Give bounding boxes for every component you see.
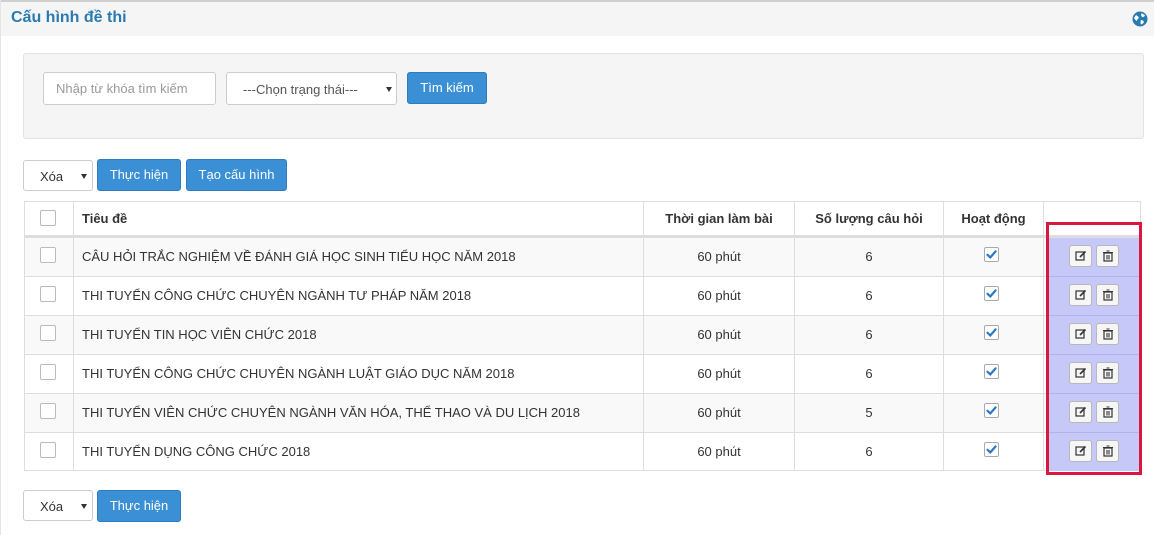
row-checkbox[interactable] bbox=[40, 325, 56, 341]
row-title: THI TUYỂN CÔNG CHỨC CHUYÊN NGÀNH TƯ PHÁP… bbox=[82, 288, 472, 303]
bulk-action-value: Xóa bbox=[40, 499, 64, 514]
row-check-cell bbox=[25, 238, 73, 276]
row-checkbox[interactable] bbox=[40, 364, 56, 380]
row-count: 6 bbox=[865, 327, 873, 342]
row-check-cell bbox=[25, 316, 73, 354]
panel-header: Cấu hình đề thi bbox=[1, 2, 1154, 36]
row-active-cell bbox=[944, 238, 1043, 276]
keyword-search-input[interactable] bbox=[43, 72, 216, 105]
row-checkbox[interactable] bbox=[40, 286, 56, 302]
col-time: Thời gian làm bài bbox=[665, 211, 773, 226]
active-checkbox[interactable] bbox=[984, 325, 999, 340]
create-config-button[interactable]: Tạo cấu hình bbox=[186, 159, 287, 191]
row-active-cell bbox=[944, 394, 1043, 432]
row-title: THI TUYỂN DỤNG CÔNG CHỨC 2018 bbox=[82, 444, 311, 459]
table-row: THI TUYỂN TIN HỌC VIÊN CHỨC 2018 60 phút 6 bbox=[25, 315, 1140, 354]
column-divider bbox=[643, 202, 644, 470]
header-check-cell bbox=[25, 202, 73, 235]
row-active-cell bbox=[944, 316, 1043, 354]
chevron-down-icon bbox=[386, 87, 392, 92]
table-header: Tiêu đề Thời gian làm bài Số lượng câu h… bbox=[25, 202, 1140, 237]
column-divider bbox=[73, 202, 74, 470]
table-row: THI TUYỂN CÔNG CHỨC CHUYÊN NGÀNH LUẬT GI… bbox=[25, 354, 1140, 393]
bulk-action-select-bottom[interactable]: Xóa bbox=[23, 490, 93, 521]
row-count: 6 bbox=[865, 366, 873, 381]
bulk-action-select-top[interactable]: Xóa bbox=[23, 160, 93, 191]
active-checkbox[interactable] bbox=[984, 364, 999, 379]
row-time: 60 phút bbox=[697, 327, 741, 342]
table-row: THI TUYỂN DỤNG CÔNG CHỨC 2018 60 phút 6 bbox=[25, 432, 1140, 471]
execute-button-top[interactable]: Thực hiện bbox=[97, 159, 181, 191]
row-checkbox[interactable] bbox=[40, 247, 56, 263]
column-divider bbox=[794, 202, 795, 470]
row-check-cell bbox=[25, 355, 73, 393]
status-select[interactable]: ---Chọn trạng thái--- bbox=[226, 72, 397, 105]
select-all-checkbox[interactable] bbox=[40, 210, 56, 226]
row-time: 60 phút bbox=[697, 405, 741, 420]
column-divider bbox=[1043, 202, 1044, 470]
col-title: Tiêu đề bbox=[82, 211, 128, 226]
active-checkbox[interactable] bbox=[984, 286, 999, 301]
row-count: 6 bbox=[865, 444, 873, 459]
execute-button-bottom[interactable]: Thực hiện bbox=[97, 490, 181, 522]
search-panel: ---Chọn trạng thái--- Tìm kiếm bbox=[23, 53, 1144, 139]
annotation-box bbox=[1046, 222, 1142, 475]
page-title: Cấu hình đề thi bbox=[11, 9, 127, 26]
row-checkbox[interactable] bbox=[40, 442, 56, 458]
table-row: THI TUYỂN CÔNG CHỨC CHUYÊN NGÀNH TƯ PHÁP… bbox=[25, 276, 1140, 315]
row-title: THI TUYỂN TIN HỌC VIÊN CHỨC 2018 bbox=[82, 327, 317, 342]
row-count: 6 bbox=[865, 249, 873, 264]
table-row: THI TUYỂN VIÊN CHỨC CHUYÊN NGÀNH VĂN HÓA… bbox=[25, 393, 1140, 432]
row-time: 60 phút bbox=[697, 288, 741, 303]
globe-icon[interactable] bbox=[1132, 11, 1148, 27]
row-title: CÂU HỎI TRẮC NGHIỆM VỀ ĐÁNH GIÁ HỌC SINH… bbox=[82, 249, 516, 264]
row-check-cell bbox=[25, 394, 73, 432]
row-active-cell bbox=[944, 355, 1043, 393]
search-button[interactable]: Tìm kiếm bbox=[407, 72, 487, 104]
row-count: 6 bbox=[865, 288, 873, 303]
chevron-down-icon bbox=[81, 174, 87, 179]
chevron-down-icon bbox=[81, 504, 87, 509]
col-active: Hoạt động bbox=[961, 211, 1026, 226]
active-checkbox[interactable] bbox=[984, 442, 999, 457]
row-title: THI TUYỂN CÔNG CHỨC CHUYÊN NGÀNH LUẬT GI… bbox=[82, 366, 515, 381]
row-count: 5 bbox=[865, 405, 873, 420]
bulk-action-value: Xóa bbox=[40, 169, 64, 184]
table-row: CÂU HỎI TRẮC NGHIỆM VỀ ĐÁNH GIÁ HỌC SINH… bbox=[25, 237, 1140, 276]
active-checkbox[interactable] bbox=[984, 403, 999, 418]
active-checkbox[interactable] bbox=[984, 247, 999, 262]
status-select-value: ---Chọn trạng thái--- bbox=[243, 82, 358, 97]
row-title: THI TUYỂN VIÊN CHỨC CHUYÊN NGÀNH VĂN HÓA… bbox=[82, 405, 580, 420]
row-check-cell bbox=[25, 433, 73, 471]
left-border bbox=[0, 0, 1, 535]
col-count: Số lượng câu hỏi bbox=[815, 211, 923, 226]
row-active-cell bbox=[944, 277, 1043, 315]
exam-config-table: Tiêu đề Thời gian làm bài Số lượng câu h… bbox=[24, 201, 1141, 471]
column-divider bbox=[943, 202, 944, 470]
row-time: 60 phút bbox=[697, 249, 741, 264]
row-active-cell bbox=[944, 433, 1043, 471]
row-checkbox[interactable] bbox=[40, 403, 56, 419]
row-check-cell bbox=[25, 277, 73, 315]
row-time: 60 phút bbox=[697, 444, 741, 459]
row-time: 60 phút bbox=[697, 366, 741, 381]
